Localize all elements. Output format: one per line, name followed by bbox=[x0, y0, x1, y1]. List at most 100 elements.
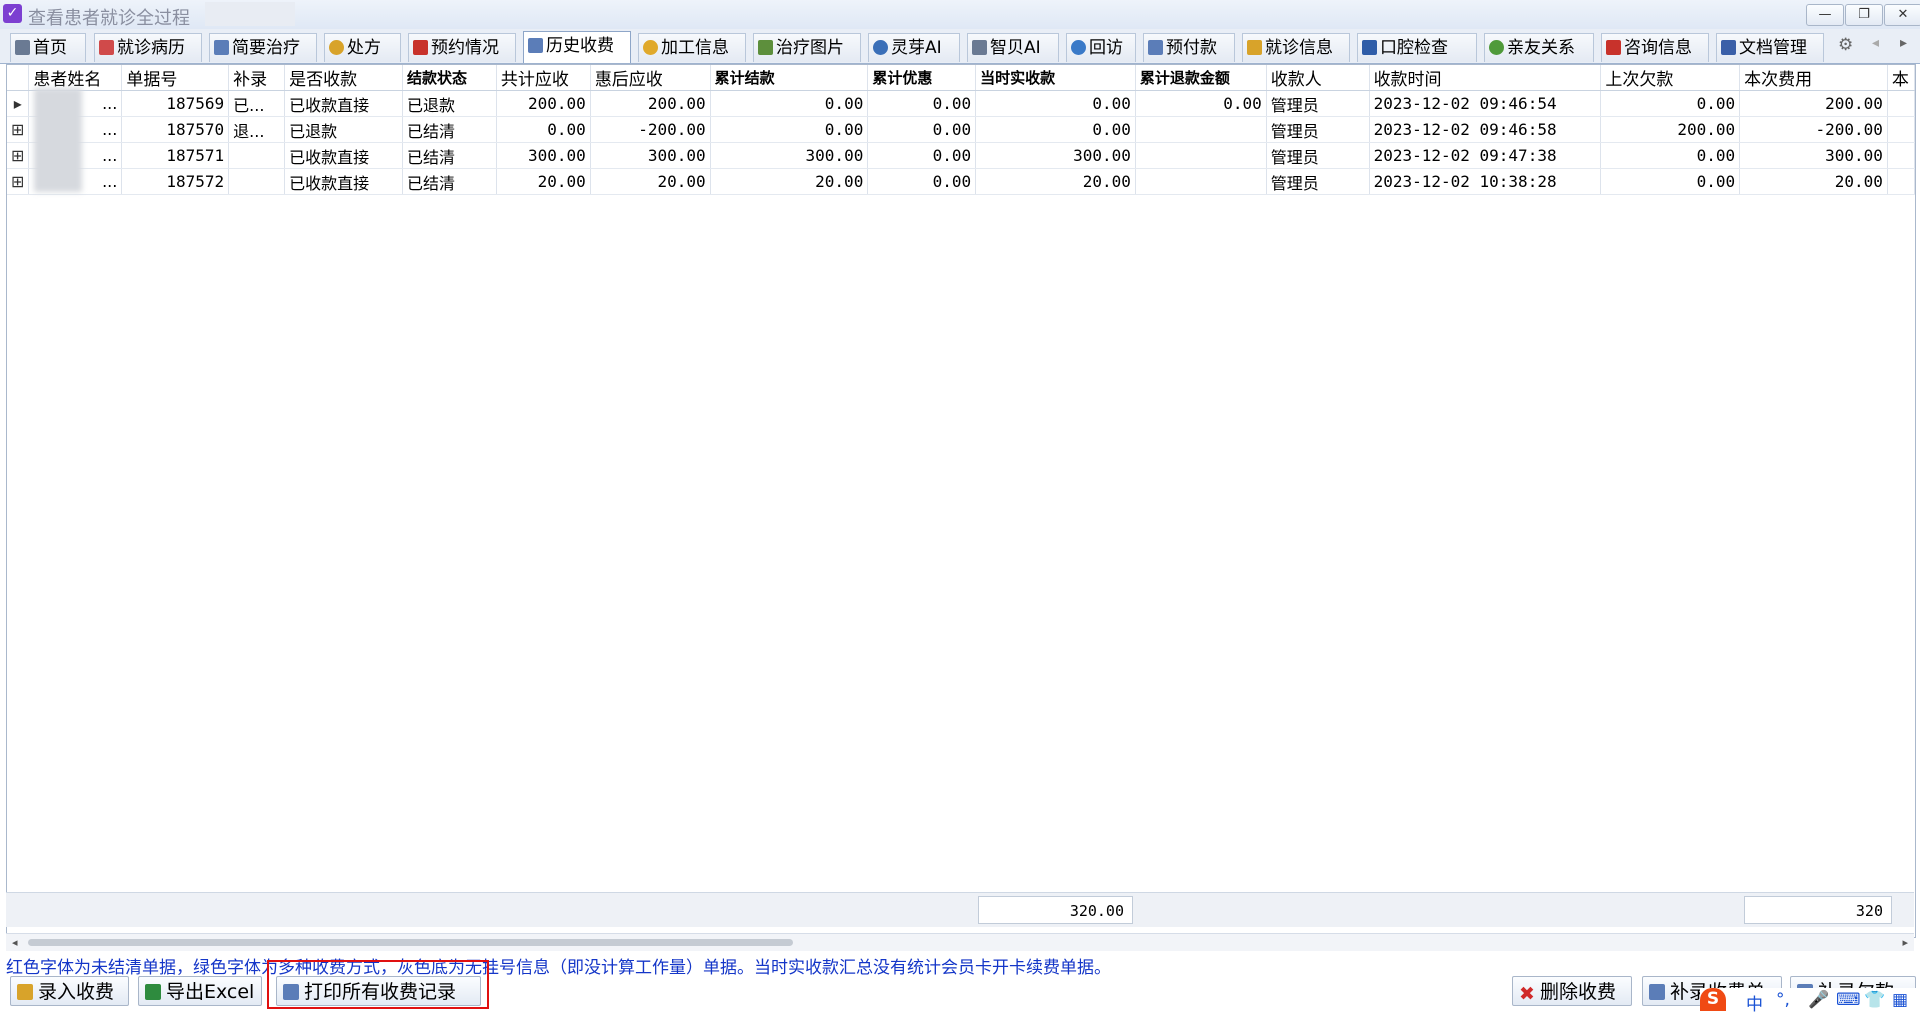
shirt-skin-icon[interactable]: 👕 bbox=[1864, 990, 1885, 1010]
tab-scroll-right-icon[interactable]: ▸ bbox=[1900, 35, 1907, 51]
discounted-due-cell[interactable]: -200.00 bbox=[590, 116, 711, 143]
received-cell[interactable]: 300.00 bbox=[975, 142, 1136, 169]
table-row[interactable]: ⊞ ... 187570 退... 已退款 已结清 0.00 -200.00 0… bbox=[7, 116, 1915, 143]
row-expand-indicator[interactable]: ⊞ bbox=[7, 116, 30, 143]
discounted-due-cell[interactable]: 300.00 bbox=[590, 142, 711, 169]
previous-debt-cell[interactable]: 0.00 bbox=[1600, 168, 1741, 195]
tab-follow-up[interactable]: 回访 bbox=[1066, 33, 1136, 62]
keyboard-icon[interactable]: ⌨ bbox=[1836, 990, 1861, 1010]
discount-sum-cell[interactable]: 0.00 bbox=[867, 142, 977, 169]
payment-time-cell[interactable]: 2023-12-02 09:46:54 bbox=[1369, 90, 1602, 117]
tab-visit-info[interactable]: 就诊信息 bbox=[1242, 33, 1350, 62]
payment-time-cell[interactable]: 2023-12-02 09:46:58 bbox=[1369, 116, 1602, 143]
previous-debt-cell[interactable]: 0.00 bbox=[1600, 142, 1741, 169]
scrollbar-thumb[interactable] bbox=[28, 939, 793, 946]
payment-status-cell[interactable]: 已收款直接 bbox=[284, 90, 403, 117]
settled-sum-cell[interactable]: 300.00 bbox=[710, 142, 869, 169]
gear-icon[interactable]: ⚙ bbox=[1838, 35, 1853, 55]
refund-cell[interactable]: 0.00 bbox=[1135, 90, 1267, 117]
ime-toolbar[interactable]: S 中 °, 🎤 ⌨ 👕 ▦ bbox=[1700, 988, 1920, 1015]
tab-appointments[interactable]: 预约情况 bbox=[408, 33, 516, 62]
total-due-cell[interactable]: 0.00 bbox=[496, 116, 591, 143]
refund-cell[interactable] bbox=[1135, 168, 1267, 195]
tab-medical-record[interactable]: 就诊病历 bbox=[94, 33, 202, 62]
grid-menu-icon[interactable]: ▦ bbox=[1892, 990, 1908, 1010]
payment-time-cell[interactable]: 2023-12-02 09:47:38 bbox=[1369, 142, 1602, 169]
delete-charge-button[interactable]: ✖ 删除收费 bbox=[1512, 976, 1632, 1006]
tab-treatment-images[interactable]: 治疗图片 bbox=[753, 33, 861, 62]
settle-status-cell[interactable]: 已结清 bbox=[402, 116, 497, 143]
row-expand-indicator[interactable]: ⊞ bbox=[7, 168, 30, 195]
horizontal-scrollbar[interactable]: ◂ ▸ bbox=[6, 933, 1914, 951]
tab-zhibei-ai[interactable]: 智贝AI bbox=[967, 33, 1059, 62]
tab-home[interactable]: 首页 bbox=[10, 33, 86, 62]
bill-number-cell[interactable]: 187572 bbox=[121, 168, 230, 195]
column-header[interactable]: 收款时间 bbox=[1369, 65, 1602, 91]
billing-history-grid[interactable]: 患者姓名 单据号 补录 是否收款 结款状态 共计应收 惠后应收 累计结款 累计优… bbox=[6, 64, 1916, 938]
tab-processing-info[interactable]: 加工信息 bbox=[638, 33, 746, 62]
total-due-cell[interactable]: 20.00 bbox=[496, 168, 591, 195]
table-row[interactable]: ⊞ ... 187572 已收款直接 已结清 20.00 20.00 20.00… bbox=[7, 168, 1915, 195]
discount-sum-cell[interactable]: 0.00 bbox=[867, 90, 977, 117]
supplement-cell[interactable] bbox=[228, 142, 286, 169]
microphone-icon[interactable]: 🎤 bbox=[1808, 990, 1829, 1010]
column-header[interactable]: 累计优惠 bbox=[867, 65, 977, 91]
cashier-cell[interactable]: 管理员 bbox=[1266, 168, 1370, 195]
settled-sum-cell[interactable]: 0.00 bbox=[710, 90, 869, 117]
column-header[interactable]: 本 bbox=[1887, 65, 1915, 91]
close-button[interactable]: ✕ bbox=[1884, 4, 1920, 26]
payment-status-cell[interactable]: 已收款直接 bbox=[284, 168, 403, 195]
current-fee-cell[interactable]: -200.00 bbox=[1739, 116, 1888, 143]
bill-number-cell[interactable]: 187570 bbox=[121, 116, 230, 143]
settle-status-cell[interactable]: 已结清 bbox=[402, 142, 497, 169]
row-expand-indicator[interactable]: ▸ bbox=[7, 90, 30, 117]
add-charge-button[interactable]: 录入收费 bbox=[10, 976, 129, 1006]
row-expand-indicator[interactable]: ⊞ bbox=[7, 142, 30, 169]
ime-punctuation[interactable]: °, bbox=[1776, 990, 1790, 1010]
column-header[interactable]: 收款人 bbox=[1266, 65, 1370, 91]
payment-status-cell[interactable]: 已收款直接 bbox=[284, 142, 403, 169]
bill-number-cell[interactable]: 187571 bbox=[121, 142, 230, 169]
table-row[interactable]: ▸ ... 187569 已... 已收款直接 已退款 200.00 200.0… bbox=[7, 90, 1915, 117]
refund-cell[interactable] bbox=[1135, 142, 1267, 169]
tab-prescription[interactable]: 处方 bbox=[324, 33, 401, 62]
current-fee-cell[interactable]: 200.00 bbox=[1739, 90, 1888, 117]
supplement-cell[interactable]: 退... bbox=[228, 116, 286, 143]
discount-sum-cell[interactable]: 0.00 bbox=[867, 168, 977, 195]
payment-time-cell[interactable]: 2023-12-02 10:38:28 bbox=[1369, 168, 1602, 195]
column-header[interactable]: 结款状态 bbox=[402, 65, 497, 91]
column-header[interactable]: 当时实收款 bbox=[975, 65, 1136, 91]
column-header[interactable]: 上次欠款 bbox=[1600, 65, 1741, 91]
cashier-cell[interactable]: 管理员 bbox=[1266, 116, 1370, 143]
tab-document-management[interactable]: 文档管理 bbox=[1716, 33, 1824, 62]
received-cell[interactable]: 20.00 bbox=[975, 168, 1136, 195]
total-due-cell[interactable]: 200.00 bbox=[496, 90, 591, 117]
export-excel-button[interactable]: 导出Excel bbox=[138, 976, 262, 1006]
table-row[interactable]: ⊞ ... 187571 已收款直接 已结清 300.00 300.00 300… bbox=[7, 142, 1915, 169]
minimize-button[interactable]: — bbox=[1806, 4, 1844, 26]
tab-billing-history[interactable]: 历史收费 bbox=[523, 31, 631, 63]
scroll-left-icon[interactable]: ◂ bbox=[12, 934, 18, 951]
supplement-cell[interactable] bbox=[228, 168, 286, 195]
scroll-right-icon[interactable]: ▸ bbox=[1902, 934, 1908, 951]
received-cell[interactable]: 0.00 bbox=[975, 116, 1136, 143]
supplement-cell[interactable]: 已... bbox=[228, 90, 286, 117]
settle-status-cell[interactable]: 已结清 bbox=[402, 168, 497, 195]
column-header[interactable]: 本次费用 bbox=[1739, 65, 1888, 91]
tab-relatives[interactable]: 亲友关系 bbox=[1484, 33, 1594, 62]
column-header[interactable]: 共计应收 bbox=[496, 65, 591, 91]
cashier-cell[interactable]: 管理员 bbox=[1266, 142, 1370, 169]
column-header[interactable]: 补录 bbox=[228, 65, 286, 91]
refund-cell[interactable] bbox=[1135, 116, 1267, 143]
total-due-cell[interactable]: 300.00 bbox=[496, 142, 591, 169]
sogou-ime-icon[interactable]: S bbox=[1700, 988, 1726, 1011]
tab-oral-exam[interactable]: 口腔检查 bbox=[1357, 33, 1477, 62]
bill-number-cell[interactable]: 187569 bbox=[121, 90, 230, 117]
restore-button[interactable]: ❐ bbox=[1845, 4, 1883, 26]
column-header[interactable]: 累计退款金额 bbox=[1135, 65, 1267, 91]
settle-status-cell[interactable]: 已退款 bbox=[402, 90, 497, 117]
column-header[interactable]: 惠后应收 bbox=[590, 65, 711, 91]
column-header[interactable]: 累计结款 bbox=[710, 65, 869, 91]
discounted-due-cell[interactable]: 20.00 bbox=[590, 168, 711, 195]
previous-debt-cell[interactable]: 0.00 bbox=[1600, 90, 1741, 117]
